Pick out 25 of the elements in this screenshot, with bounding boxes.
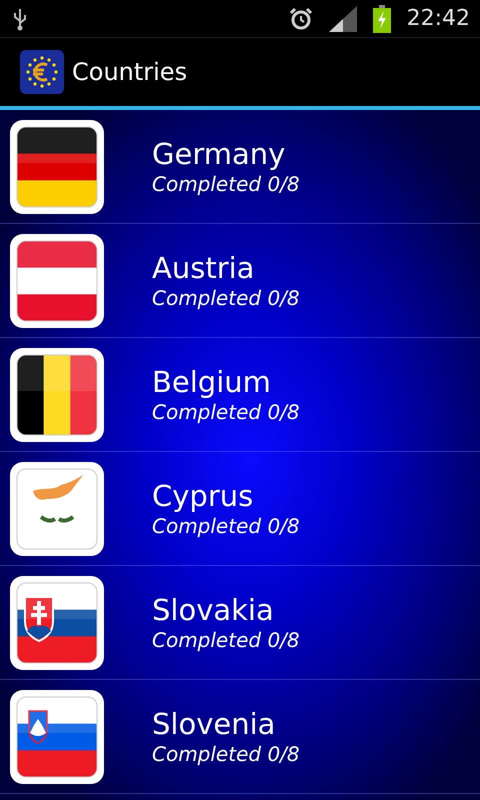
progress-text: Completed 0/8 [152,286,300,310]
screen-title: Countries [72,57,188,88]
alarm-icon [288,6,313,30]
battery-charging-icon [372,4,391,32]
signal-icon [328,6,357,32]
progress-text: Completed 0/8 [152,628,300,652]
flag-icon [9,346,105,442]
usb-icon [12,6,28,30]
progress-text: Completed 0/8 [152,172,300,196]
flag-icon [9,460,105,556]
status-time: 22:42 [406,5,470,33]
progress-text: Completed 0/8 [152,400,300,424]
progress-text: Completed 0/8 [152,742,300,766]
progress-text: Completed 0/8 [152,514,300,538]
country-name[interactable]: Cyprus [152,479,300,514]
flag-icon [9,118,105,214]
country-name[interactable]: Slovenia [152,707,300,742]
country-name[interactable]: Germany [152,137,300,172]
flag-icon [9,574,105,670]
country-name[interactable]: Belgium [152,365,300,400]
country-name[interactable]: Austria [152,251,300,286]
euro-logo-icon [20,50,64,94]
flag-icon [9,688,105,784]
country-name[interactable]: Slovakia [152,593,300,628]
flag-icon [9,232,105,328]
